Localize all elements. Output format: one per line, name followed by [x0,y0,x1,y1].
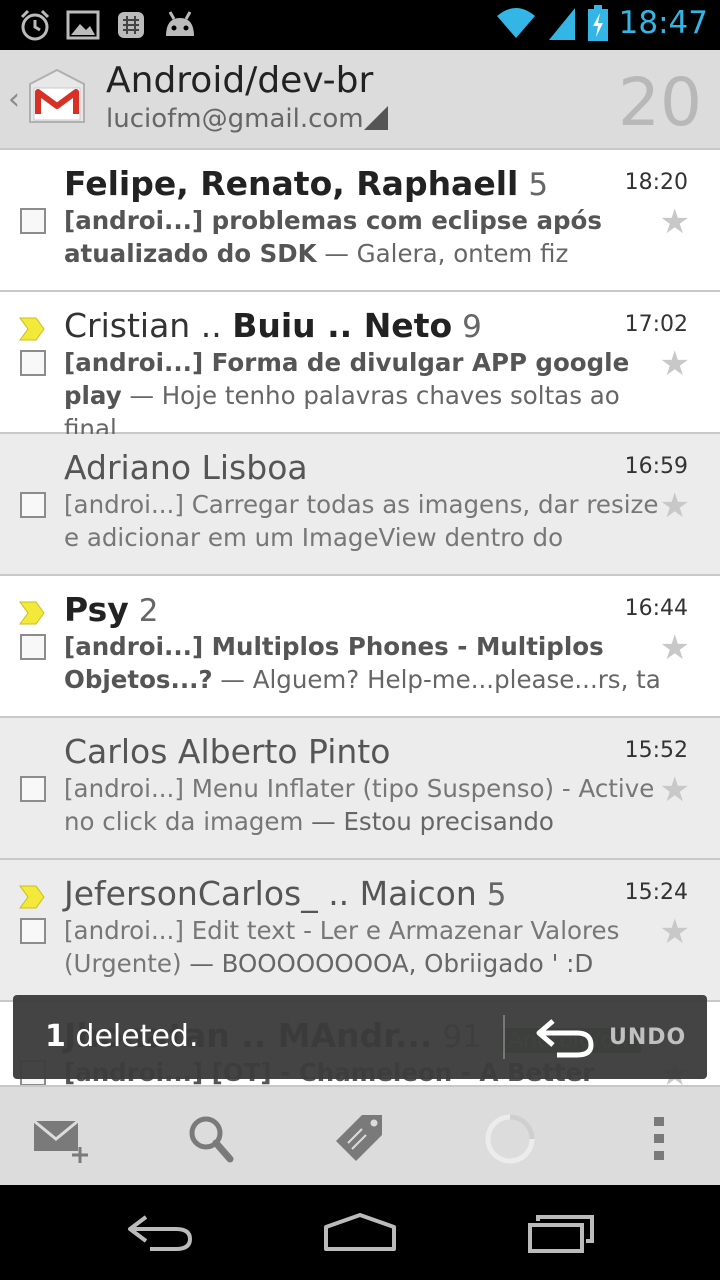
select-checkbox[interactable] [20,350,46,376]
navigation-bar [0,1185,720,1280]
sender-name-unread: Felipe, Renato, Raphaell [64,164,519,203]
search-icon[interactable] [182,1113,242,1165]
alarm-icon [20,9,50,41]
image-icon [66,10,100,40]
overflow-menu-icon[interactable] [630,1113,690,1165]
conversation-preview: — Galera, ontem fiz [316,239,569,268]
undo-message: 1 deleted. [45,1019,199,1054]
bottom-action-bar [0,1085,720,1187]
conversation-time: 15:24 [624,880,688,905]
star-icon[interactable]: ★ [660,344,690,384]
conversation-row[interactable]: Adriano Lisboa 16:59 ★ [androi...] Carregar… [0,434,720,576]
undo-divider [503,1015,505,1059]
sender-name: Carlos Alberto Pinto [64,732,391,771]
conversation-time: 16:59 [624,454,688,479]
account-email[interactable]: luciofm@gmail.com [106,104,364,134]
conversation-row[interactable]: Felipe, Renato, Raphaell 5 18:20 ★ [androi..… [0,150,720,292]
sender-name: JefersonCarlos_ .. Maicon [64,874,477,913]
conversation-snippet: [androi...] Menu Inflater (tipo Suspenso… [64,772,664,838]
wifi-icon [496,8,535,38]
conversation-row[interactable]: Psy 2 16:44 ★ [androi...] Multiplos Phones -… [0,576,720,718]
conversation-preview: — Estou precisando [303,807,554,836]
conversation-time: 16:44 [624,596,688,621]
important-marker-icon[interactable] [18,316,46,342]
undo-bar: 1 deleted. UNDO [13,995,707,1079]
action-bar: ‹ Android/dev-br luciofm@gmail.com 20 [0,50,720,150]
undo-button[interactable]: UNDO [609,1025,686,1050]
notification-icons [18,8,198,42]
unread-count: 20 [618,64,702,141]
sender-name-unread: Psy [64,590,129,629]
conversation-time: 15:52 [624,738,688,763]
conversation-row[interactable]: JefersonCarlos_ .. Maicon 5 15:24 ★ [androi.… [0,860,720,1002]
home-icon[interactable] [322,1211,398,1253]
compose-icon[interactable] [30,1113,90,1165]
select-checkbox[interactable] [20,918,46,944]
conversation-snippet: [androi...] Edit text - Ler e Armazenar … [64,914,664,980]
clock: 18:47 [618,5,708,41]
sender-names: Felipe, Renato, Raphaell 5 [64,164,548,203]
star-icon[interactable]: ★ [660,770,690,810]
labels-icon[interactable] [330,1113,390,1165]
message-count: 5 [528,167,549,203]
star-icon[interactable]: ★ [660,202,690,242]
select-checkbox[interactable] [20,776,46,802]
select-checkbox[interactable] [20,208,46,234]
deleted-count: 1 [45,1019,66,1054]
sender-name-unread: Buiu .. Neto [232,306,453,345]
sender-names: JefersonCarlos_ .. Maicon 5 [64,874,507,913]
sender-names: Adriano Lisboa [64,448,308,487]
conversation-subject: [androi...] Carregar todas as imagens, d… [64,490,659,552]
message-count: 2 [138,593,159,629]
conversation-time: 18:20 [624,170,688,195]
select-checkbox[interactable] [20,634,46,660]
gmail-logo-icon[interactable] [26,68,88,126]
refresh-spinner-icon [485,1114,535,1164]
conversation-snippet: [androi...] Forma de divulgar APP google… [64,346,664,445]
up-caret-icon[interactable]: ‹ [8,82,20,117]
conversation-preview: — Alguem? Help-me...please...rs, ta [212,665,661,694]
star-icon[interactable]: ★ [660,628,690,668]
sender-names: Carlos Alberto Pinto [64,732,390,771]
android-icon [166,11,194,36]
recent-apps-icon[interactable] [526,1211,598,1253]
conversation-snippet: [androi...] Multiplos Phones - Multiplos… [64,630,664,696]
conversation-snippet: [androi...] Carregar todas as imagens, d… [64,488,664,554]
conversation-preview: — BOOOOOOOOA, Obriigado ' :D [181,949,594,978]
conversation-list[interactable]: Felipe, Renato, Raphaell 5 18:20 ★ [androi..… [0,150,720,1085]
important-marker-icon[interactable] [18,884,46,910]
sender-name: Adriano Lisboa [64,448,308,487]
select-checkbox[interactable] [20,492,46,518]
usb-debug-icon [118,12,144,38]
important-marker-icon[interactable] [18,600,46,626]
battery-charging-icon [587,5,608,41]
system-icons: 18:47 [495,5,708,41]
conversation-row[interactable]: Cristian .. Buiu .. Neto 9 17:02 ★ [androi..… [0,292,720,443]
conversation-snippet: [androi...] problemas com eclipse após a… [64,204,664,270]
sender-name: Cristian .. [64,306,233,345]
deleted-text: deleted. [65,1019,199,1054]
star-icon[interactable]: ★ [660,912,690,952]
label-title[interactable]: Android/dev-br [106,60,373,101]
star-icon[interactable]: ★ [660,486,690,526]
message-count: 5 [486,877,507,913]
account-dropdown-icon[interactable] [364,106,388,130]
message-count: 9 [462,309,482,345]
signal-icon [548,8,575,40]
back-icon[interactable] [124,1211,196,1253]
undo-arrow-icon[interactable] [533,1013,599,1059]
sender-names: Psy 2 [64,590,159,629]
status-bar: 18:47 [0,0,720,50]
conversation-row[interactable]: Carlos Alberto Pinto 15:52 ★ [androi...] Me… [0,718,720,860]
sender-names: Cristian .. Buiu .. Neto 9 [64,306,482,345]
conversation-time: 17:02 [624,312,688,337]
